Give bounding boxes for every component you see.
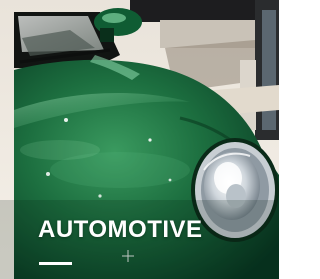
category-title: AUTOMOTIVE (38, 216, 203, 243)
title-underline (39, 262, 72, 265)
category-tile-automotive[interactable]: AUTOMOTIVE (0, 0, 279, 279)
